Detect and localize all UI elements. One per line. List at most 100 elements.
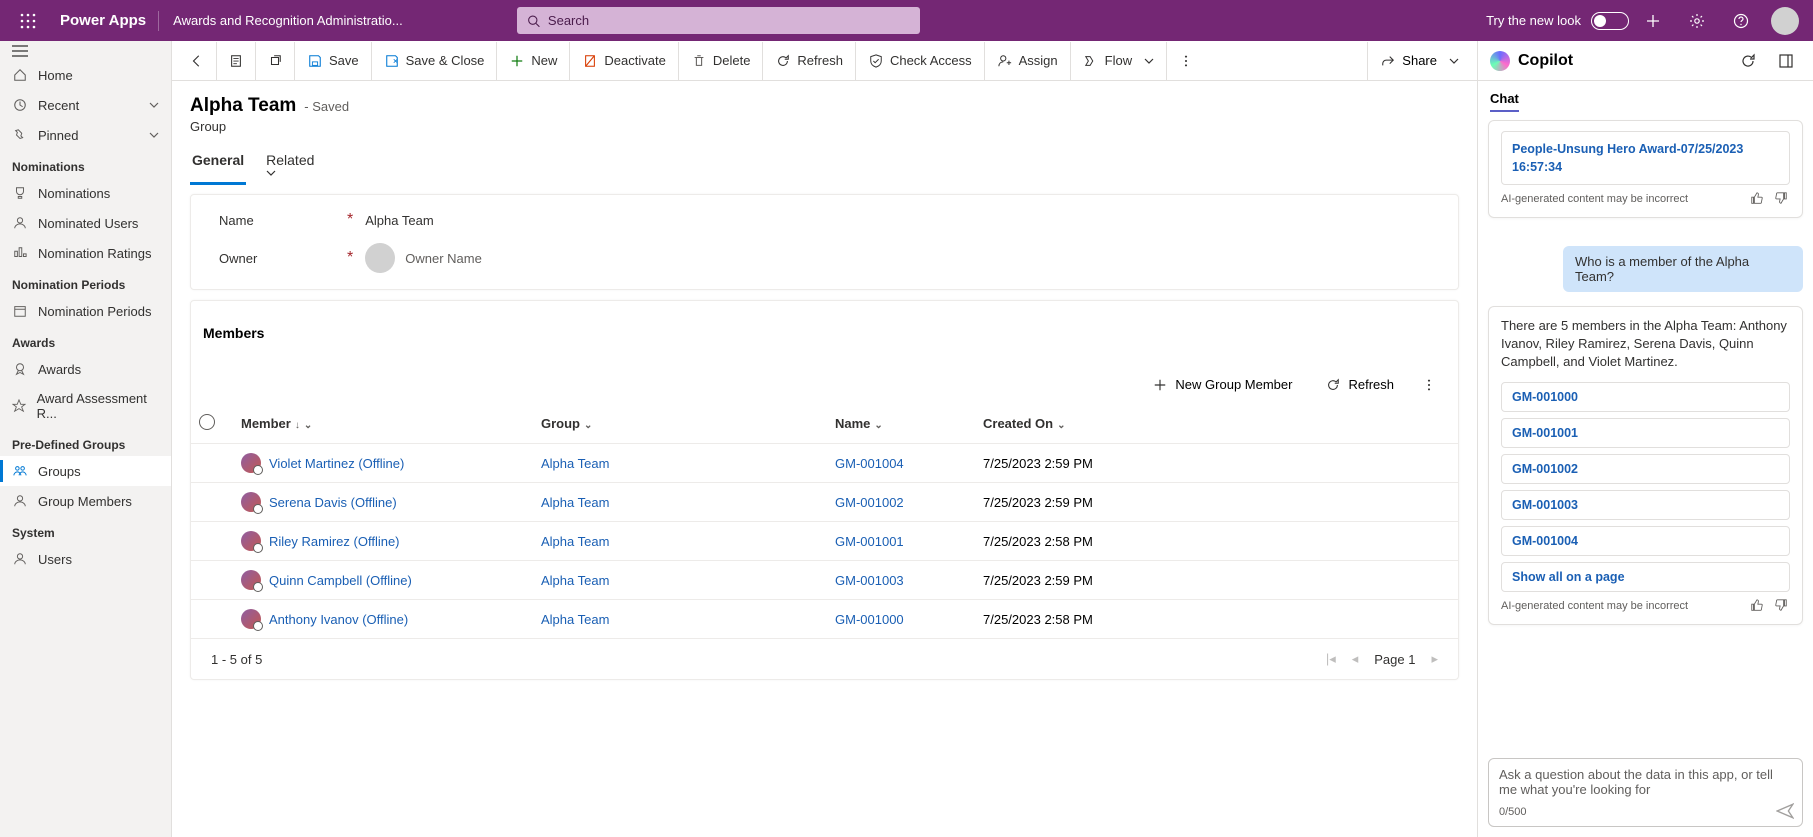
overflow-button[interactable] [1167,42,1205,80]
copilot-ref-link[interactable]: GM-001001 [1501,418,1790,448]
copilot-ref-link[interactable]: GM-001000 [1501,382,1790,412]
new-button[interactable]: New [497,42,570,80]
group-link[interactable]: Alpha Team [541,495,609,510]
save-button[interactable]: Save [295,42,372,80]
select-all-header[interactable] [191,404,233,444]
sidebar-groups[interactable]: Groups [0,456,171,486]
thumbs-down-button[interactable] [1774,191,1790,207]
table-row[interactable]: Anthony Ivanov (Offline) Alpha Team GM-001… [191,600,1458,639]
record-title-row: Alpha Team - Saved [190,95,1459,117]
thumbs-up-button[interactable] [1750,598,1766,614]
user-avatar[interactable] [1771,7,1799,35]
sidebar-nominated-users[interactable]: Nominated Users [0,208,171,238]
col-created[interactable]: Created On⌄ [975,404,1458,444]
sidebar-recent[interactable]: Recent [0,90,171,120]
command-bar: Save Save & Close New Deactivate Delete … [172,41,1477,81]
table-row[interactable]: Riley Ramirez (Offline) Alpha Team GM-0010… [191,522,1458,561]
save-icon [307,53,323,69]
open-new-window-button[interactable] [256,42,295,80]
sidebar-users[interactable]: Users [0,544,171,574]
app-launcher-icon[interactable] [8,1,48,41]
row-select[interactable] [191,600,233,639]
page-next-button[interactable]: ▸ [1431,651,1438,667]
tab-related[interactable]: Related [264,146,320,184]
send-button[interactable] [1776,802,1794,820]
check-access-button[interactable]: Check Access [856,42,985,80]
row-select[interactable] [191,522,233,561]
tab-general[interactable]: General [190,146,246,184]
name-link[interactable]: GM-001002 [835,495,904,510]
app-name-label[interactable]: Awards and Recognition Administratio... [159,13,417,28]
name-link[interactable]: GM-001000 [835,612,904,627]
row-select[interactable] [191,561,233,600]
assign-button[interactable]: Assign [985,42,1071,80]
member-link[interactable]: Serena Davis (Offline) [269,495,397,510]
copilot-prior-link[interactable]: People-Unsung Hero Award-07/25/2023 16:5… [1501,131,1790,185]
copilot-body[interactable]: People-Unsung Hero Award-07/25/2023 16:5… [1478,112,1813,752]
copilot-expand-button[interactable] [1771,46,1801,76]
sidebar-nomination-ratings[interactable]: Nomination Ratings [0,238,171,268]
help-icon[interactable] [1721,1,1761,41]
copilot-ref-link[interactable]: GM-001004 [1501,526,1790,556]
member-link[interactable]: Riley Ramirez (Offline) [269,534,400,549]
form-selector-button[interactable] [217,42,256,80]
copilot-input[interactable] [1499,767,1792,797]
flow-button[interactable]: Flow [1071,42,1167,80]
settings-icon[interactable] [1677,1,1717,41]
members-refresh-button[interactable]: Refresh [1312,371,1408,398]
sidebar-pinned-label: Pinned [38,128,78,143]
group-link[interactable]: Alpha Team [541,612,609,627]
share-button[interactable]: Share [1367,42,1471,80]
row-select[interactable] [191,483,233,522]
group-link[interactable]: Alpha Team [541,456,609,471]
try-new-look-toggle[interactable] [1591,12,1629,30]
member-link[interactable]: Violet Martinez (Offline) [269,456,404,471]
members-overflow-button[interactable] [1414,372,1444,398]
col-member[interactable]: Member↓⌄ [233,404,533,444]
show-all-link[interactable]: Show all on a page [1501,562,1790,592]
thumbs-down-button[interactable] [1774,598,1790,614]
sidebar-home[interactable]: Home [0,60,171,90]
back-button[interactable] [178,42,217,80]
copilot-ref-link[interactable]: GM-001003 [1501,490,1790,520]
owner-lookup[interactable]: Owner Name [365,243,482,273]
cell-created: 7/25/2023 2:59 PM [975,483,1458,522]
copilot-tab-chat[interactable]: Chat [1490,87,1519,112]
member-link[interactable]: Anthony Ivanov (Offline) [269,612,408,627]
copilot-input-wrap[interactable]: 0/500 [1488,758,1803,827]
deactivate-button[interactable]: Deactivate [570,42,678,80]
sidebar-group-members[interactable]: Group Members [0,486,171,516]
delete-button[interactable]: Delete [679,42,764,80]
group-link[interactable]: Alpha Team [541,534,609,549]
name-link[interactable]: GM-001004 [835,456,904,471]
search-box[interactable] [517,7,920,34]
sidebar-nomination-periods[interactable]: Nomination Periods [0,296,171,326]
new-group-member-button[interactable]: New Group Member [1139,371,1306,398]
row-select[interactable] [191,444,233,483]
sidebar-pinned[interactable]: Pinned [0,120,171,150]
cell-created: 7/25/2023 2:59 PM [975,561,1458,600]
name-link[interactable]: GM-001003 [835,573,904,588]
table-row[interactable]: Violet Martinez (Offline) Alpha Team GM-00… [191,444,1458,483]
sidebar-award-assessment[interactable]: Award Assessment R... [0,384,171,428]
page-first-button[interactable]: |◂ [1326,651,1336,667]
refresh-button[interactable]: Refresh [763,42,856,80]
member-link[interactable]: Quinn Campbell (Offline) [269,573,412,588]
col-group[interactable]: Group⌄ [533,404,827,444]
sidebar-nominations[interactable]: Nominations [0,178,171,208]
thumbs-up-button[interactable] [1750,191,1766,207]
col-name[interactable]: Name⌄ [827,404,975,444]
page-prev-button[interactable]: ◂ [1352,651,1359,667]
hamburger-button[interactable] [0,41,171,60]
field-name-value[interactable]: Alpha Team [365,213,433,228]
add-icon[interactable] [1633,1,1673,41]
search-input[interactable] [548,13,910,28]
sidebar-awards[interactable]: Awards [0,354,171,384]
table-row[interactable]: Quinn Campbell (Offline) Alpha Team GM-001… [191,561,1458,600]
table-row[interactable]: Serena Davis (Offline) Alpha Team GM-00100… [191,483,1458,522]
save-close-button[interactable]: Save & Close [372,42,498,80]
copilot-refresh-button[interactable] [1733,46,1763,76]
name-link[interactable]: GM-001001 [835,534,904,549]
group-link[interactable]: Alpha Team [541,573,609,588]
copilot-ref-link[interactable]: GM-001002 [1501,454,1790,484]
